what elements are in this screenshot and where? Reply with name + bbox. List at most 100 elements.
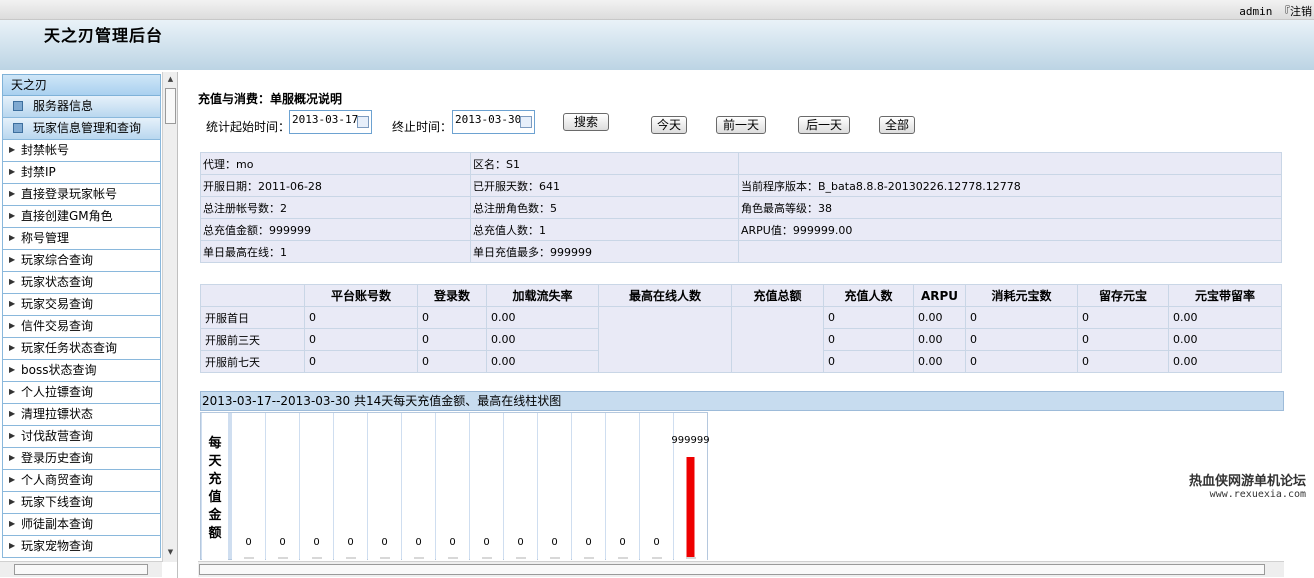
sidebar-item-create-gm[interactable]: ▶ 直接创建GM角色 xyxy=(2,206,161,228)
table-row: 开服日期：2011-06-28 已开服天数：641 当前程序版本：B_bata8… xyxy=(200,174,1282,197)
end-date-input[interactable]: 2013-03-30 xyxy=(452,110,535,134)
user-info: admin 『注销 xyxy=(1239,3,1312,19)
row-label: 开服前三天 xyxy=(200,328,305,351)
calendar-icon[interactable] xyxy=(357,116,369,128)
column-header: 充值人数 xyxy=(823,284,914,307)
agent-cell: 代理：mo xyxy=(200,152,471,175)
cell-arpu: 0.00 xyxy=(913,350,966,373)
sidebar-item-mentor-dungeon[interactable]: ▶ 师徒副本查询 xyxy=(2,514,161,536)
column-header: 最高在线人数 xyxy=(598,284,732,307)
sidebar-horizontal-scrollbar[interactable] xyxy=(0,561,162,577)
cell-accounts: 0 xyxy=(304,350,418,373)
cell-retention-rate: 0.00 xyxy=(1168,350,1282,373)
sidebar-menu: 天之刃 服务器信息 玩家信息管理和查询 ▶ 封禁帐号 ▶ 封禁IP ▶ 直接登录玩家帐… xyxy=(2,74,161,558)
logout-icon: 『 xyxy=(1279,5,1290,18)
start-date-input[interactable]: 2013-03-17 xyxy=(289,110,372,134)
scroll-thumb[interactable] xyxy=(165,88,176,124)
sidebar-group-player-management[interactable]: 玩家信息管理和查询 xyxy=(2,118,161,140)
sidebar-item-label: 玩家综合查询 xyxy=(21,253,94,267)
cell-payers: 0 xyxy=(823,306,914,329)
cell-logins: 0 xyxy=(417,306,487,329)
table-row: 总注册帐号数：2 总注册角色数：5 角色最高等级：38 xyxy=(200,196,1282,219)
arrow-right-icon: ▶ xyxy=(9,387,16,396)
scroll-up-icon[interactable]: ▲ xyxy=(164,73,177,86)
sidebar-item-escort-clear[interactable]: ▶ 清理拉镖状态 xyxy=(2,404,161,426)
watermark-title: 热血侠网游单机论坛 xyxy=(1188,474,1306,489)
column-header: ARPU xyxy=(913,284,966,307)
arrow-right-icon: ▶ xyxy=(9,453,16,462)
sidebar-item-login-player[interactable]: ▶ 直接登录玩家帐号 xyxy=(2,184,161,206)
version-cell: 当前程序版本：B_bata8.8.8-20130226.12778.12778 xyxy=(738,174,1282,197)
daily-pay-chart: 每天充值金额 0 0 0 0 0 0 0 0 0 0 0 0 0 999999 xyxy=(200,412,709,561)
column-header: 留存元宝 xyxy=(1077,284,1169,307)
cell-used-gold: 0 xyxy=(965,328,1078,351)
sidebar-item-label: 直接创建GM角色 xyxy=(21,209,113,223)
max-online-cell: 单日最高在线：1 xyxy=(200,240,471,263)
row-label: 开服首日 xyxy=(200,306,305,329)
arrow-right-icon: ▶ xyxy=(9,541,16,550)
sidebar-item-label: 玩家宠物查询 xyxy=(21,539,94,553)
sidebar-item-logout-query[interactable]: ▶ 玩家下线查询 xyxy=(2,492,161,514)
column-header: 元宝带留率 xyxy=(1168,284,1282,307)
table-row: 代理：mo 区名：S1 xyxy=(200,152,1282,175)
cell-max-online xyxy=(598,306,732,373)
arrow-right-icon: ▶ xyxy=(9,431,16,440)
sidebar-item-label: 个人商贸查询 xyxy=(21,473,94,487)
end-time-label: 终止时间： xyxy=(392,120,453,134)
sidebar-vertical-scrollbar[interactable]: ▲ ▼ xyxy=(162,72,177,562)
chart-value-label: 0 xyxy=(347,537,353,548)
sidebar-title: 天之刃 xyxy=(2,74,161,96)
sidebar-item-ban-ip[interactable]: ▶ 封禁IP xyxy=(2,162,161,184)
arrow-right-icon: ▶ xyxy=(9,365,16,374)
arrow-right-icon: ▶ xyxy=(9,299,16,308)
column-header: 加载流失率 xyxy=(486,284,599,307)
sidebar-item-label: 个人拉镖查询 xyxy=(21,385,94,399)
table-header-row: 平台账号数 登录数 加载流失率 最高在线人数 充值总额 充值人数 ARPU 消耗… xyxy=(200,284,1282,307)
sidebar-item-player-status[interactable]: ▶ 玩家状态查询 xyxy=(2,272,161,294)
sidebar-item-login-history[interactable]: ▶ 登录历史查询 xyxy=(2,448,161,470)
cell-accounts: 0 xyxy=(304,328,418,351)
chart-value-label: 0 xyxy=(313,537,319,548)
sidebar-item-label: 玩家下线查询 xyxy=(21,495,94,509)
admin-username: admin xyxy=(1239,5,1273,18)
end-date-value: 2013-03-30 xyxy=(455,113,522,126)
sidebar-item-escort-query[interactable]: ▶ 个人拉镖查询 xyxy=(2,382,161,404)
sidebar-item-mail-trade[interactable]: ▶ 信件交易查询 xyxy=(2,316,161,338)
cell-used-gold: 0 xyxy=(965,350,1078,373)
scroll-thumb[interactable] xyxy=(14,564,148,575)
sidebar-item-camp-query[interactable]: ▶ 讨伐敌营查询 xyxy=(2,426,161,448)
scroll-thumb[interactable] xyxy=(199,564,1265,575)
sidebar-group-server-info[interactable]: 服务器信息 xyxy=(2,96,161,118)
today-button[interactable]: 今天 xyxy=(651,116,687,134)
prev-day-button[interactable]: 前一天 xyxy=(716,116,766,134)
sidebar-item-label: boss状态查询 xyxy=(21,363,97,377)
arrow-right-icon: ▶ xyxy=(9,145,16,154)
sidebar-item-pet-query[interactable]: ▶ 玩家宠物查询 xyxy=(2,536,161,558)
chart-y-label: 每天充值金额 xyxy=(202,413,228,561)
sidebar-item-boss-status[interactable]: ▶ boss状态查询 xyxy=(2,360,161,382)
sidebar-item-personal-trade[interactable]: ▶ 个人商贸查询 xyxy=(2,470,161,492)
cell-arpu: 0.00 xyxy=(913,328,966,351)
all-button[interactable]: 全部 xyxy=(879,116,915,134)
sidebar-item-player-trade[interactable]: ▶ 玩家交易查询 xyxy=(2,294,161,316)
top-banner: admin 『注销 天之刃管理后台 xyxy=(0,0,1314,70)
sidebar-item-player-query[interactable]: ▶ 玩家综合查询 xyxy=(2,250,161,272)
sidebar-item-ban-account[interactable]: ▶ 封禁帐号 xyxy=(2,140,161,162)
sidebar-item-titles[interactable]: ▶ 称号管理 xyxy=(2,228,161,250)
next-day-button[interactable]: 后一天 xyxy=(798,116,850,134)
calendar-icon[interactable] xyxy=(520,116,532,128)
chart-value-label: 0 xyxy=(517,537,523,548)
scroll-down-icon[interactable]: ▼ xyxy=(164,546,177,559)
arrow-right-icon: ▶ xyxy=(9,321,16,330)
logout-link[interactable]: 注销 xyxy=(1290,5,1312,18)
main-horizontal-scrollbar[interactable] xyxy=(198,561,1284,577)
chart-value-label: 0 xyxy=(619,537,625,548)
top-status-bar: admin 『注销 xyxy=(0,0,1314,20)
cell-loss-rate: 0.00 xyxy=(486,306,599,329)
search-button[interactable]: 搜索 xyxy=(563,113,609,131)
chart-value-label: 0 xyxy=(449,537,455,548)
table-row: 总充值金额：999999 总充值人数：1 ARPU值：999999.00 xyxy=(200,218,1282,241)
sidebar-item-quest-status[interactable]: ▶ 玩家任务状态查询 xyxy=(2,338,161,360)
arrow-right-icon: ▶ xyxy=(9,409,16,418)
arrow-right-icon: ▶ xyxy=(9,255,16,264)
